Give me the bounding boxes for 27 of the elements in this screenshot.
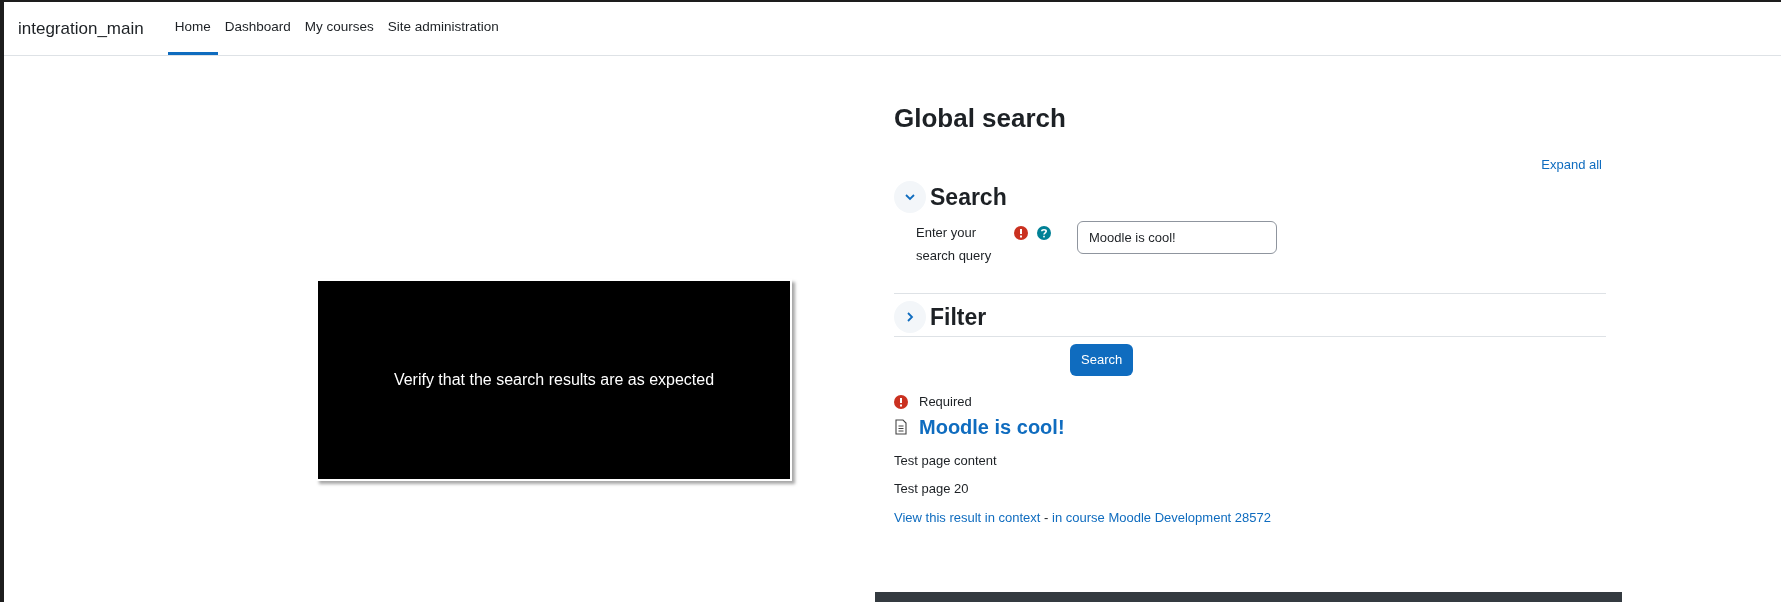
- site-name[interactable]: integration_main: [18, 15, 144, 42]
- field-label: Enter your search query: [916, 223, 993, 265]
- nav-tab[interactable]: Home: [167, 2, 218, 55]
- nav-tab[interactable]: Dashboard: [217, 2, 298, 55]
- required-icon: [894, 394, 908, 409]
- chevron-right-icon: [904, 310, 916, 323]
- result-text: Test page content: [894, 451, 998, 470]
- document-icon: [894, 418, 908, 435]
- required-icon: [1014, 225, 1028, 240]
- context-link[interactable]: View this result in context: [894, 507, 1041, 527]
- search-button[interactable]: Search: [1070, 344, 1134, 376]
- course-link[interactable]: in course Moodle Development 28572: [1052, 507, 1271, 527]
- separator-text: -: [1043, 508, 1050, 527]
- required-note: Required: [919, 393, 972, 411]
- result-text: Test page 20: [894, 480, 970, 498]
- result-title-link[interactable]: Moodle is cool!: [919, 411, 1065, 442]
- nav-tab[interactable]: Site administration: [380, 2, 506, 55]
- collapse-toggle[interactable]: [894, 300, 926, 333]
- section-heading[interactable]: Filter: [930, 299, 987, 334]
- page-title: Global search: [894, 102, 1067, 135]
- expand-all-link[interactable]: Expand all: [1541, 154, 1602, 174]
- nav-tab[interactable]: My courses: [297, 2, 381, 55]
- collapse-toggle[interactable]: [894, 181, 926, 214]
- section-heading[interactable]: Search: [930, 180, 1007, 215]
- search-query-field[interactable]: Moodle is cool!: [1077, 220, 1277, 254]
- instruction-overlay: Verify that the search results are as expected: [316, 279, 792, 481]
- help-icon[interactable]: [1037, 225, 1051, 240]
